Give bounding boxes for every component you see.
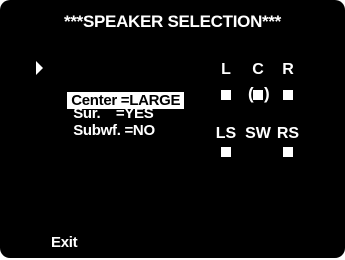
osd-screen: ***SPEAKER SELECTION*** Center =LARGE Su… [0,0,345,258]
speaker-ls-icon [221,147,231,157]
cursor-arrow-icon [36,61,43,75]
exit-item[interactable]: Exit [51,234,78,251]
channel-label-r: R [282,61,294,78]
speaker-rs-icon [283,147,293,157]
menu-title: ***SPEAKER SELECTION*** [64,12,281,31]
menu-item-subwoofer[interactable]: Subwf. =NO [44,105,184,139]
speaker-r-icon [283,90,293,100]
channel-label-rs: RS [276,125,300,142]
menu-item-surround[interactable]: Sur. =YES [44,88,184,122]
speaker-l-icon [221,90,231,100]
menu-item-subwoofer-label: Subwf. =NO [73,122,155,139]
speaker-c-icon: ( ) [248,84,270,103]
menu-item-center[interactable]: Center =LARGE [36,58,185,109]
speaker-menu: Center =LARGE Sur. =YES Subwf. =NO [36,58,185,139]
